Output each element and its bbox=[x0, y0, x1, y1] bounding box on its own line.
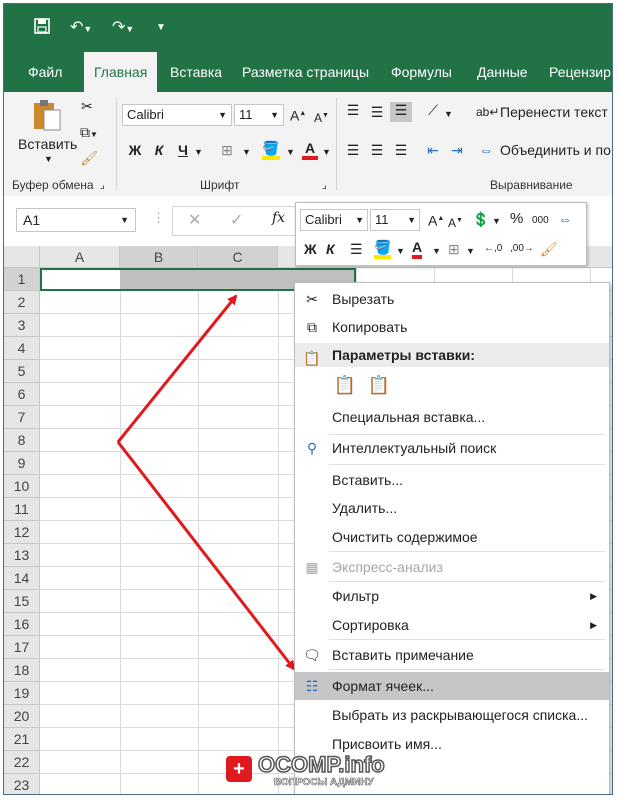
menu-item-insert[interactable]: Вставить... bbox=[295, 466, 609, 494]
mini-toolbar: Calibri ▼ 11 ▼ A▲ A▼ 💲 ▼ % 000 ⇔ Ж К ☰ 🪣 ▼… bbox=[295, 202, 587, 266]
menu-item-cut[interactable]: ✂ Вырезать bbox=[295, 285, 609, 313]
mini-font-name[interactable]: Calibri ▼ bbox=[300, 209, 368, 231]
smart-lookup-icon: ⚲ bbox=[306, 440, 318, 456]
menu-item-copy[interactable]: ⧉ Копировать bbox=[295, 313, 609, 341]
quick-analysis-icon: ▦ bbox=[305, 559, 319, 575]
mini-font-color-dropdown-icon[interactable]: ▼ bbox=[432, 243, 441, 259]
paste-options-header: 📋 Параметры вставки: bbox=[295, 343, 609, 367]
menu-item-smart-lookup[interactable]: ⚲ Интеллектуальный поиск bbox=[295, 434, 609, 462]
mini-align-center-icon[interactable]: ☰ bbox=[350, 241, 363, 257]
mini-percent-button[interactable]: % bbox=[510, 211, 523, 227]
mini-decrease-decimal-icon[interactable]: ,00→ bbox=[510, 241, 534, 257]
mini-increase-font-icon[interactable]: A▲ bbox=[428, 211, 444, 229]
mini-number-format-dropdown-icon[interactable]: ▼ bbox=[492, 213, 501, 229]
menu-item-pick-from-list[interactable]: Выбрать из раскрывающегося списка... bbox=[295, 701, 609, 729]
paste-option-values-icon[interactable]: 📋 bbox=[365, 371, 393, 399]
mini-borders-icon[interactable]: ⊞ bbox=[448, 241, 460, 257]
menu-item-insert-comment[interactable]: 🗨 Вставить примечание bbox=[295, 641, 609, 669]
copy-icon: ⧉ bbox=[307, 319, 317, 335]
mini-increase-decimal-icon[interactable]: ←,0 bbox=[484, 241, 502, 257]
mini-bold-button[interactable]: Ж bbox=[304, 241, 317, 257]
mini-fill-dropdown-icon[interactable]: ▼ bbox=[396, 243, 405, 259]
mini-fill-color-icon[interactable]: 🪣 bbox=[374, 239, 392, 259]
mini-decrease-font-icon[interactable]: A▼ bbox=[448, 213, 463, 231]
menu-item-clear-contents[interactable]: Очистить содержимое bbox=[295, 523, 609, 551]
submenu-arrow-icon: ▶ bbox=[590, 591, 597, 601]
context-menu: ✂ Вырезать ⧉ Копировать 📋 Параметры вставки… bbox=[294, 282, 610, 794]
watermark-logo: + OCOMP.info ВОПРОСЫ АДМИНУ bbox=[226, 751, 426, 792]
submenu-arrow-icon: ▶ bbox=[590, 620, 597, 630]
paste-option-formatting-icon[interactable]: 📋 bbox=[331, 371, 359, 399]
menu-item-paste-special[interactable]: Специальная вставка... bbox=[295, 403, 609, 431]
format-cells-icon: ☷ bbox=[305, 678, 319, 694]
menu-item-sort[interactable]: Сортировка ▶ bbox=[295, 611, 609, 639]
mini-font-size[interactable]: 11 ▼ bbox=[370, 209, 420, 231]
scissors-icon: ✂ bbox=[306, 291, 318, 307]
menu-item-filter[interactable]: Фильтр ▶ bbox=[295, 582, 609, 610]
mini-font-color-icon[interactable]: A bbox=[412, 239, 423, 259]
mini-italic-button[interactable]: К bbox=[326, 241, 335, 257]
mini-thousands-button[interactable]: 000 bbox=[532, 213, 549, 229]
excel-window: ↶▼ ↷▼ ▼ Файл Главная Вставка Разметка ст… bbox=[3, 3, 613, 795]
clipboard-icon: 📋 bbox=[303, 350, 321, 366]
mini-borders-dropdown-icon[interactable]: ▼ bbox=[466, 243, 475, 259]
plus-icon: + bbox=[226, 756, 252, 782]
mini-number-format-icon[interactable]: 💲 bbox=[472, 211, 489, 227]
menu-item-format-cells[interactable]: ☷ Формат ячеек... bbox=[295, 672, 609, 700]
mini-format-painter-icon[interactable]: 🖌 bbox=[540, 241, 558, 257]
menu-item-quick-analysis: ▦ Экспресс-анализ bbox=[295, 553, 609, 581]
mini-merge-icon[interactable]: ⇔ bbox=[558, 211, 572, 227]
comment-icon: 🗨 bbox=[303, 647, 321, 663]
menu-item-delete[interactable]: Удалить... bbox=[295, 494, 609, 522]
